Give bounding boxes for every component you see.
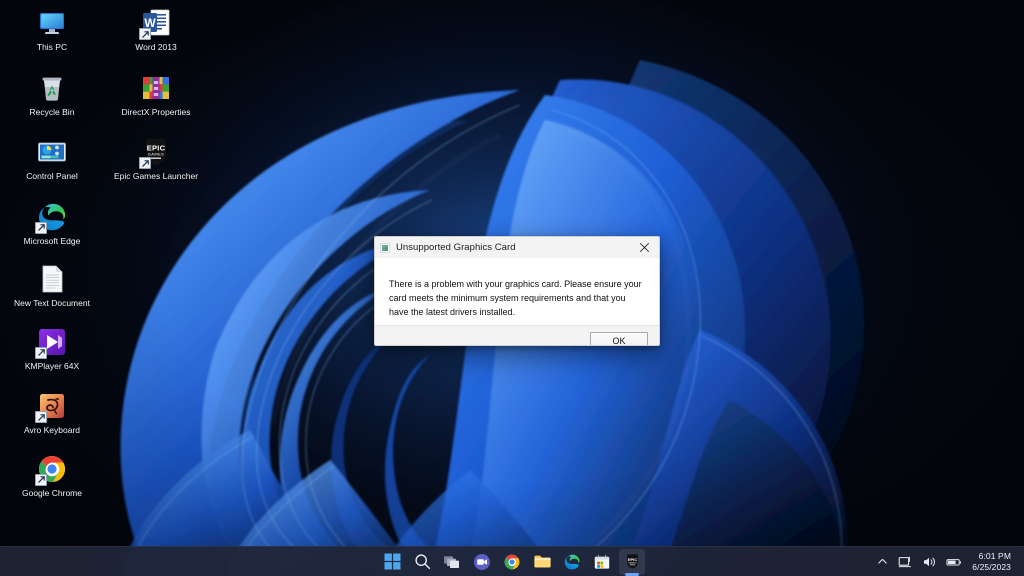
desktop-icon-microsoft-edge[interactable]: Microsoft Edge bbox=[0, 198, 104, 249]
task-view-icon bbox=[443, 553, 461, 571]
desktop-icon-label: New Text Document bbox=[14, 298, 90, 308]
svg-text:GAMES: GAMES bbox=[148, 152, 165, 157]
dialog-title: Unsupported Graphics Card bbox=[396, 242, 516, 253]
desktop-icon-label: KMPlayer 64X bbox=[24, 360, 80, 371]
desktop-icon-label: Control Panel bbox=[26, 171, 78, 181]
epic-games-icon: EPIC GAMES bbox=[139, 136, 172, 169]
word-2013-icon: W bbox=[139, 7, 172, 40]
clock[interactable]: 6:01 PM 6/25/2023 bbox=[967, 549, 1020, 575]
tray-overflow-button[interactable] bbox=[872, 549, 893, 575]
file-explorer-button[interactable] bbox=[529, 549, 555, 575]
desktop-icon-label: This PC bbox=[36, 42, 68, 52]
shortcut-overlay-icon bbox=[139, 157, 151, 169]
system-tray: 6:01 PM 6/25/2023 bbox=[872, 547, 1020, 576]
store-button[interactable] bbox=[589, 549, 615, 575]
avro-keyboard-icon bbox=[35, 390, 68, 423]
dialog-title-bar[interactable]: Unsupported Graphics Card bbox=[375, 237, 659, 258]
close-icon[interactable] bbox=[629, 237, 659, 258]
desktop-icon-directx-properties[interactable]: DirectX Properties bbox=[104, 69, 208, 120]
shortcut-overlay-icon bbox=[35, 411, 47, 423]
microsoft-edge-icon bbox=[563, 553, 581, 571]
google-chrome-icon bbox=[503, 553, 521, 571]
desktop-icon-grid: This PC W Word 2013 Recycle Bin DirectX … bbox=[0, 0, 198, 501]
shortcut-overlay-icon bbox=[35, 473, 47, 486]
network-button[interactable] bbox=[893, 549, 917, 575]
search-icon bbox=[414, 553, 431, 570]
desktop-icon-control-panel[interactable]: Control Panel bbox=[0, 133, 104, 184]
dialog-body: There is a problem with your graphics ca… bbox=[375, 258, 659, 325]
epic-games-icon: EPIC GAMES bbox=[624, 553, 641, 570]
battery-icon bbox=[946, 555, 962, 569]
kmplayer-icon bbox=[35, 326, 68, 359]
clock-time: 6:01 PM bbox=[978, 550, 1011, 561]
network-icon bbox=[898, 555, 912, 569]
epic-games-button[interactable]: EPIC GAMES bbox=[619, 548, 645, 575]
speaker-icon bbox=[922, 555, 936, 569]
volume-button[interactable] bbox=[917, 549, 941, 575]
search-button[interactable] bbox=[409, 549, 435, 575]
this-pc-icon bbox=[36, 7, 68, 39]
winrar-archive-icon bbox=[140, 72, 172, 104]
desktop-icon-label: Avro Keyboard bbox=[23, 425, 81, 435]
chat-camera-icon bbox=[473, 553, 491, 571]
battery-button[interactable] bbox=[941, 549, 967, 575]
text-document-icon bbox=[36, 263, 68, 295]
desktop-icon-label: Microsoft Edge bbox=[23, 235, 81, 246]
microsoft-edge-icon bbox=[35, 201, 68, 234]
desktop-icon-avro-keyboard[interactable]: Avro Keyboard bbox=[0, 387, 104, 438]
taskbar-center-group: EPIC GAMES bbox=[379, 547, 645, 576]
desktop-icon-kmplayer-64x[interactable]: KMPlayer 64X bbox=[0, 323, 104, 374]
desktop-icon-recycle-bin[interactable]: Recycle Bin bbox=[0, 69, 104, 120]
windows-logo-icon bbox=[384, 553, 401, 570]
chat-button[interactable] bbox=[469, 549, 495, 575]
desktop-icon-label: Epic Games Launcher bbox=[113, 171, 199, 181]
shortcut-overlay-icon bbox=[35, 346, 47, 359]
desktop-icon-label: Google Chrome bbox=[21, 487, 82, 498]
edge-button[interactable] bbox=[559, 549, 585, 575]
show-desktop-button[interactable] bbox=[1016, 547, 1020, 576]
unsupported-graphics-card-dialog: Unsupported Graphics Card There is a pro… bbox=[374, 236, 660, 346]
chrome-button[interactable] bbox=[499, 549, 525, 575]
folder-icon bbox=[533, 552, 552, 571]
dialog-message: There is a problem with your graphics ca… bbox=[389, 279, 642, 317]
taskbar: EPIC GAMES 6:01 PM 6/25/2023 bbox=[0, 546, 1024, 576]
dialog-footer: OK bbox=[375, 325, 659, 345]
desktop-icon-label: Word 2013 bbox=[135, 42, 177, 52]
desktop-icon-this-pc[interactable]: This PC bbox=[0, 4, 104, 55]
svg-text:EPIC: EPIC bbox=[627, 557, 636, 562]
clock-date: 6/25/2023 bbox=[972, 561, 1011, 572]
desktop-icon-word-2013[interactable]: W Word 2013 bbox=[104, 4, 208, 55]
control-panel-icon bbox=[36, 136, 68, 168]
shortcut-overlay-icon bbox=[35, 221, 47, 234]
desktop-icon-google-chrome[interactable]: Google Chrome bbox=[0, 450, 104, 501]
ok-button[interactable]: OK bbox=[590, 331, 648, 345]
desktop-icon-label: DirectX Properties bbox=[121, 106, 191, 117]
start-button[interactable] bbox=[379, 549, 405, 575]
task-view-button[interactable] bbox=[439, 549, 465, 575]
shortcut-overlay-icon bbox=[139, 28, 151, 40]
chevron-up-icon bbox=[877, 556, 888, 567]
desktop-icon-new-text-document[interactable]: New Text Document bbox=[0, 260, 104, 311]
recycle-bin-icon bbox=[36, 72, 68, 104]
google-chrome-icon bbox=[35, 453, 68, 486]
desktop-icon-epic-games-launcher[interactable]: EPIC GAMES Epic Games Launcher bbox=[104, 133, 208, 184]
desktop-icon-label: Recycle Bin bbox=[29, 106, 75, 117]
microsoft-store-icon bbox=[593, 553, 611, 571]
app-window-icon bbox=[380, 242, 390, 253]
